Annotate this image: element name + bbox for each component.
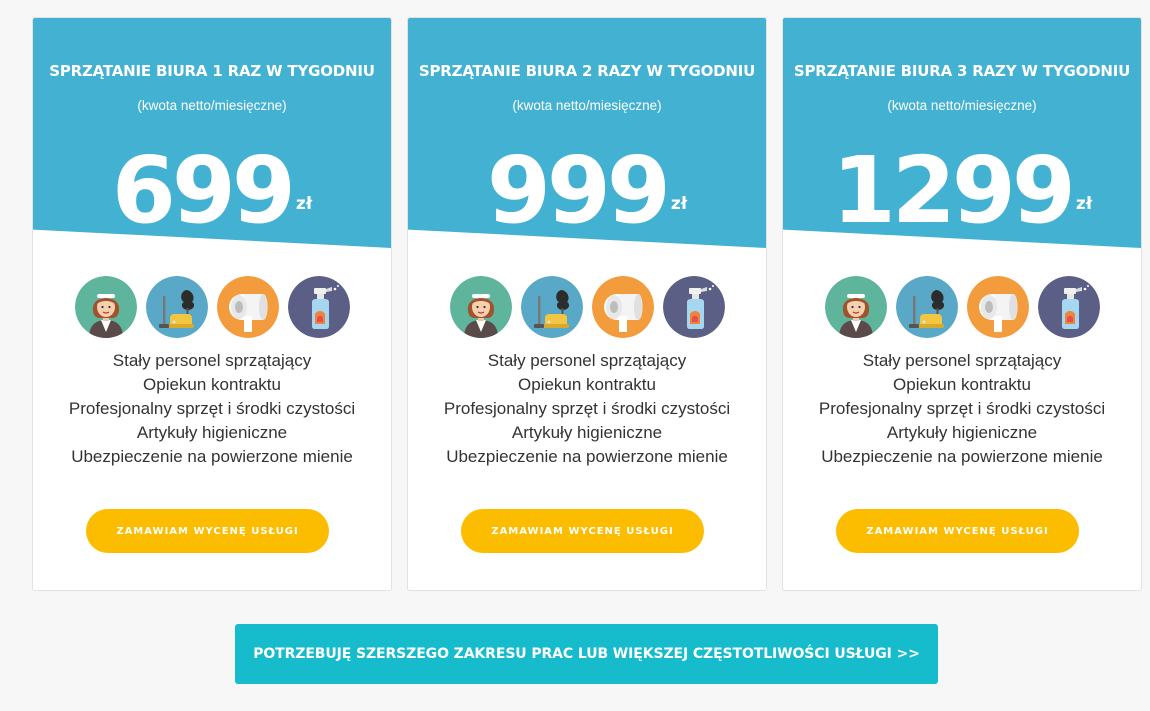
- card-title: SPRZĄTANIE BIURA 3 RAZY W TYGODNIU: [793, 62, 1131, 80]
- pricing-card-3: SPRZĄTANIE BIURA 3 RAZY W TYGODNIU (kwot…: [782, 17, 1142, 591]
- feature-item: Opiekun kontraktu: [518, 375, 656, 394]
- feature-item: Stały personel sprzątający: [862, 351, 1062, 370]
- card-subtitle: (kwota netto/miesięczne): [137, 98, 287, 113]
- order-quote-button[interactable]: ZAMAWIAM WYCENĘ USŁUGI: [836, 509, 1079, 553]
- price-currency: zł: [295, 194, 313, 214]
- spray-bottle-icon: [663, 276, 725, 338]
- price: 699 zł: [33, 136, 391, 246]
- price-value: 999: [486, 137, 671, 244]
- spray-bottle-icon: [1038, 276, 1100, 338]
- feature-item: Artykuły higieniczne: [136, 423, 288, 442]
- pricing-card-1: SPRZĄTANIE BIURA 1 RAZ W TYGODNIU (kwota…: [32, 17, 392, 591]
- feature-item: Ubezpieczenie na powierzone mienie: [821, 447, 1103, 466]
- wider-scope-button[interactable]: POTRZEBUJĘ SZERSZEGO ZAKRESU PRAC LUB WI…: [235, 624, 938, 684]
- card-title: SPRZĄTANIE BIURA 2 RAZY W TYGODNIU: [418, 62, 756, 80]
- price: 1299 zł: [783, 136, 1141, 246]
- pricing-cards: SPRZĄTANIE BIURA 1 RAZ W TYGODNIU (kwota…: [32, 17, 1142, 591]
- feature-icons: [450, 276, 725, 338]
- feature-list: Stały personel sprzątający Opiekun kontr…: [33, 349, 391, 469]
- toilet-paper-icon: [967, 276, 1029, 338]
- card-title: SPRZĄTANIE BIURA 1 RAZ W TYGODNIU: [49, 62, 375, 80]
- maid-icon: [450, 276, 512, 338]
- price-value: 1299: [831, 137, 1076, 244]
- vacuum-cleaner-icon: [521, 276, 583, 338]
- feature-item: Artykuły higieniczne: [886, 423, 1038, 442]
- vacuum-cleaner-icon: [896, 276, 958, 338]
- feature-list: Stały personel sprzątający Opiekun kontr…: [783, 349, 1141, 469]
- toilet-paper-icon: [592, 276, 654, 338]
- feature-item: Ubezpieczenie na powierzone mienie: [71, 447, 353, 466]
- feature-item: Artykuły higieniczne: [511, 423, 663, 442]
- feature-item: Ubezpieczenie na powierzone mienie: [446, 447, 728, 466]
- price-currency: zł: [1075, 194, 1093, 214]
- feature-item: Profesjonalny sprzęt i środki czystości: [443, 399, 731, 418]
- feature-item: Stały personel sprzątający: [112, 351, 312, 370]
- feature-icons: [825, 276, 1100, 338]
- feature-item: Opiekun kontraktu: [893, 375, 1031, 394]
- feature-icons: [75, 276, 350, 338]
- card-subtitle: (kwota netto/miesięczne): [887, 98, 1037, 113]
- price: 999 zł: [408, 136, 766, 246]
- vacuum-cleaner-icon: [146, 276, 208, 338]
- pricing-card-2: SPRZĄTANIE BIURA 2 RAZY W TYGODNIU (kwot…: [407, 17, 767, 591]
- order-quote-button[interactable]: ZAMAWIAM WYCENĘ USŁUGI: [461, 509, 704, 553]
- maid-icon: [75, 276, 137, 338]
- price-value: 699: [111, 137, 296, 244]
- feature-item: Profesjonalny sprzęt i środki czystości: [68, 399, 356, 418]
- toilet-paper-icon: [217, 276, 279, 338]
- feature-item: Opiekun kontraktu: [143, 375, 281, 394]
- price-currency: zł: [670, 194, 688, 214]
- card-subtitle: (kwota netto/miesięczne): [512, 98, 662, 113]
- feature-item: Profesjonalny sprzęt i środki czystości: [818, 399, 1106, 418]
- feature-list: Stały personel sprzątający Opiekun kontr…: [408, 349, 766, 469]
- maid-icon: [825, 276, 887, 338]
- spray-bottle-icon: [288, 276, 350, 338]
- feature-item: Stały personel sprzątający: [487, 351, 687, 370]
- order-quote-button[interactable]: ZAMAWIAM WYCENĘ USŁUGI: [86, 509, 329, 553]
